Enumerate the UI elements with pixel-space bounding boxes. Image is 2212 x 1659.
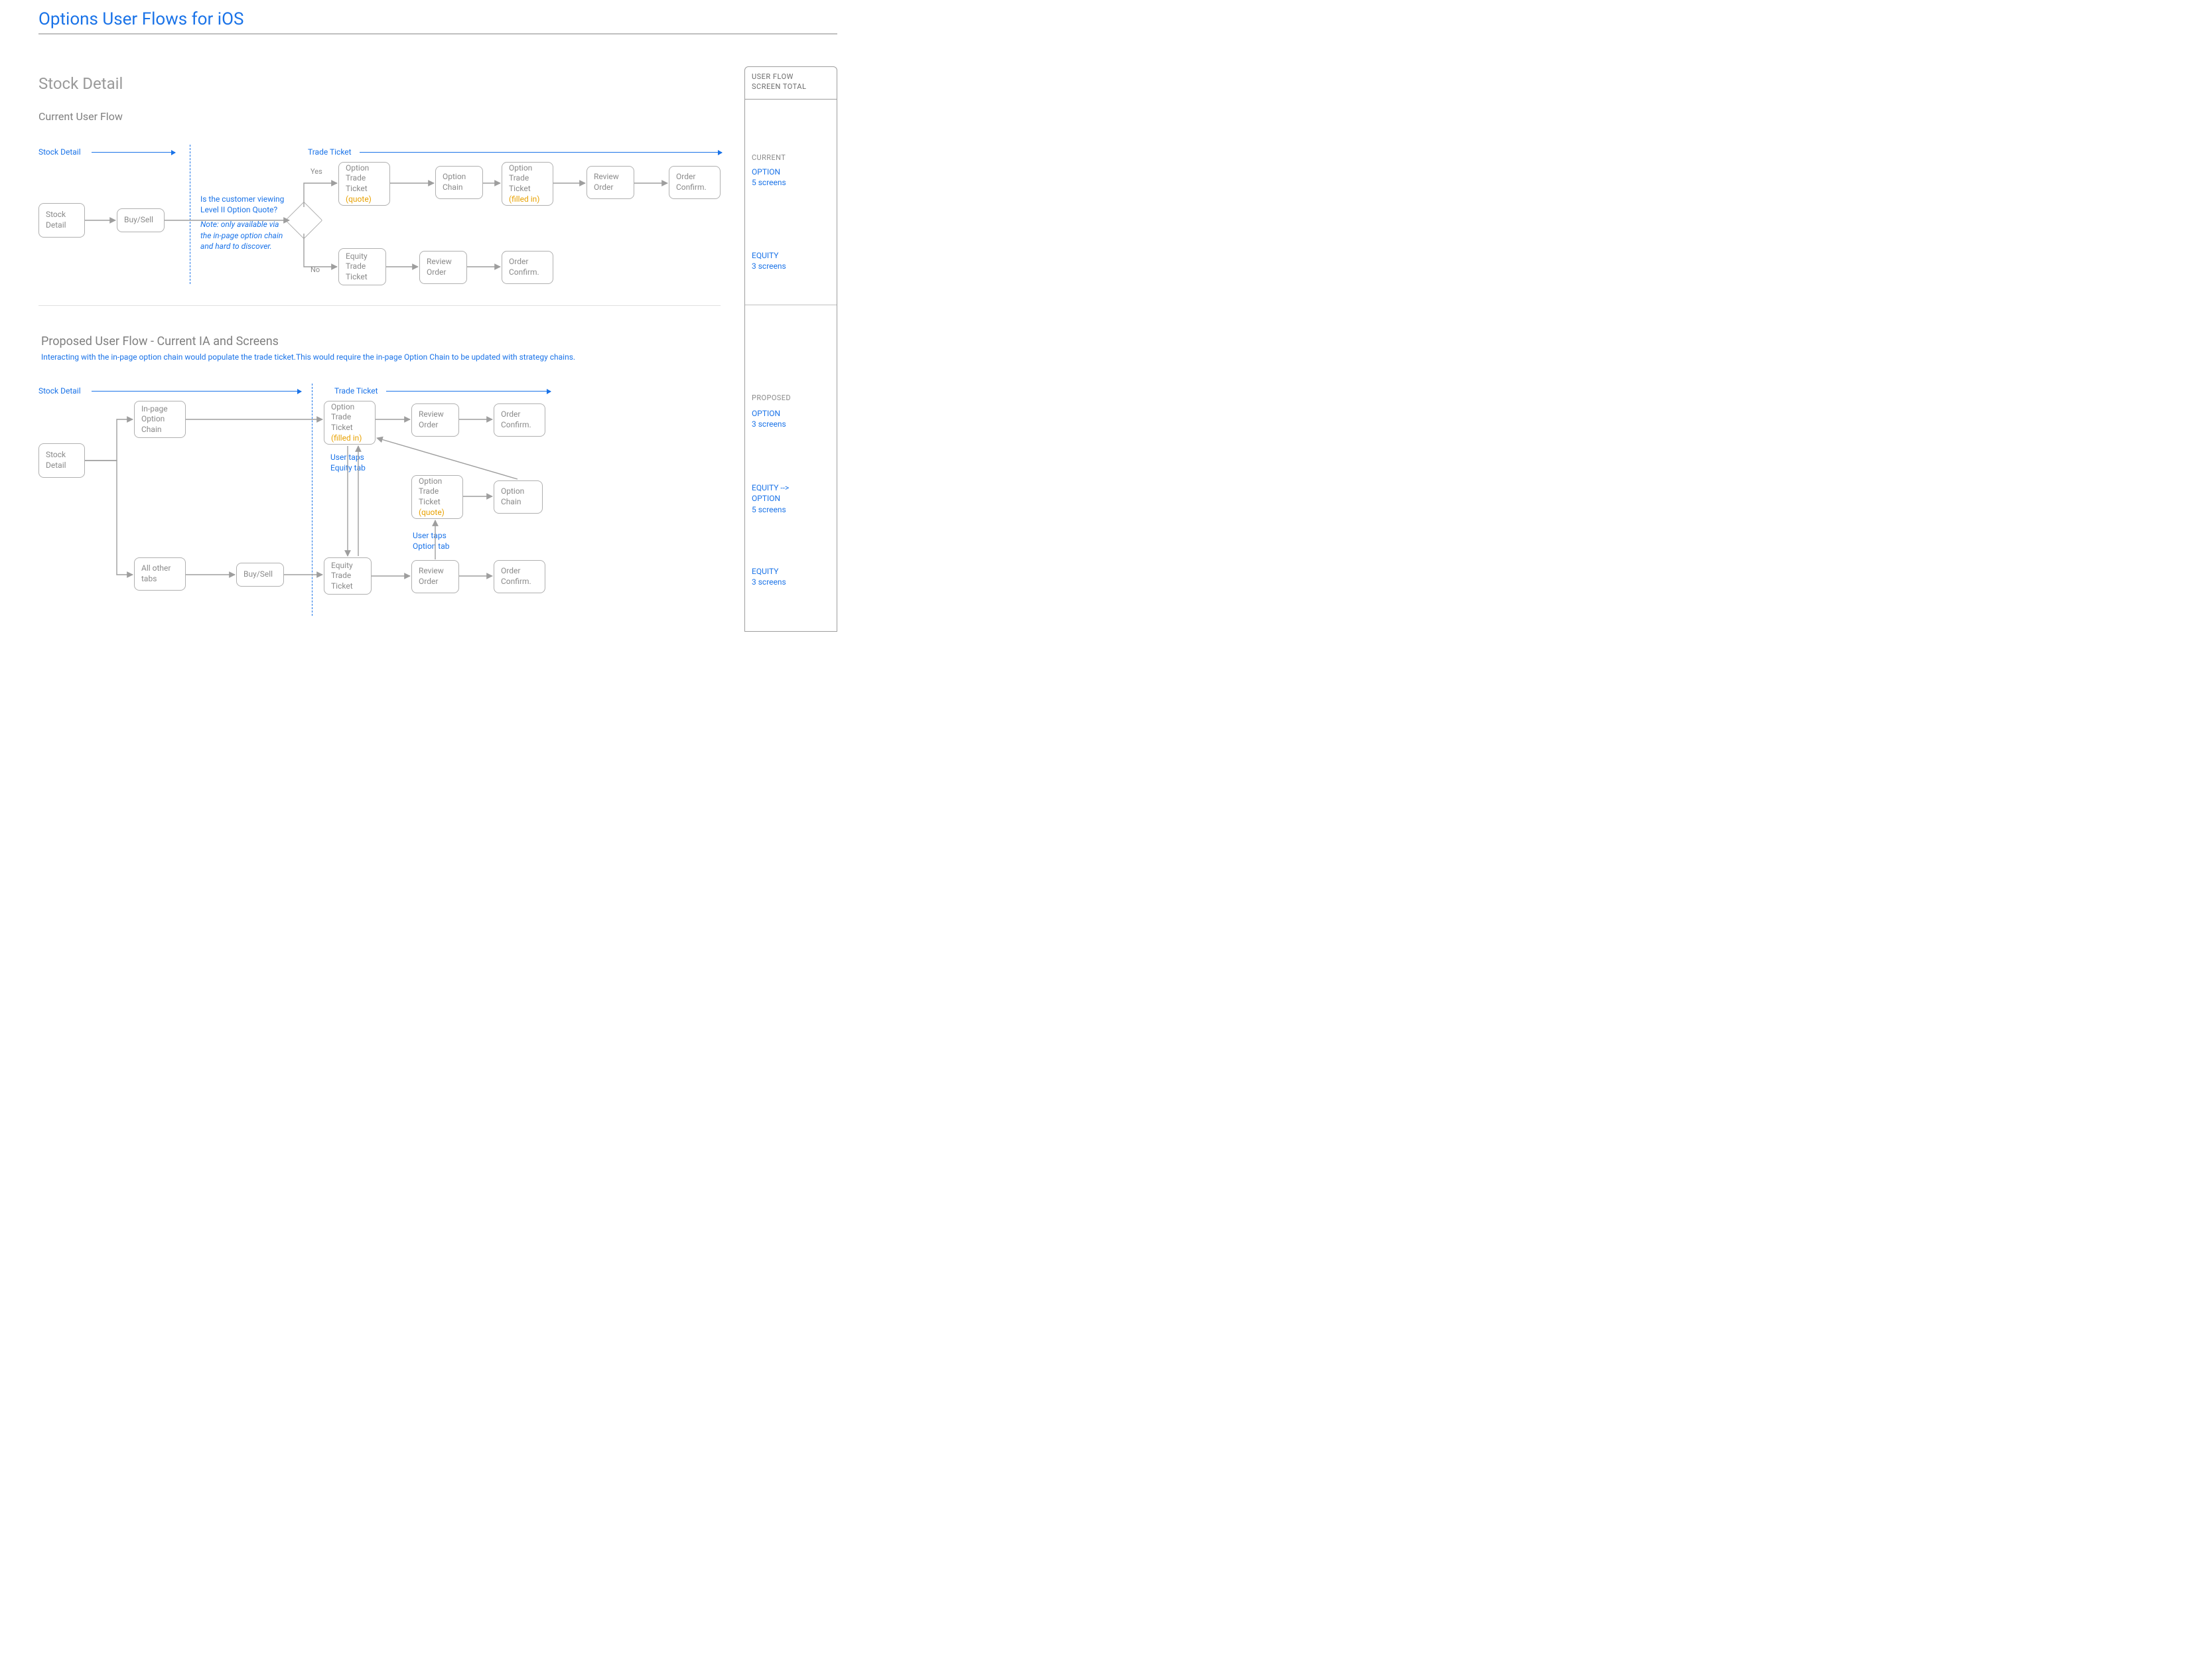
- value: 3 screens: [752, 261, 786, 271]
- sub: (quote): [346, 194, 383, 205]
- value: 3 screens: [752, 577, 786, 587]
- node2-option-chain: Option Chain: [494, 480, 543, 514]
- totals-current-label: CURRENT: [752, 153, 786, 162]
- decision-text: Is the customer viewing Level II Option …: [200, 194, 287, 252]
- node2-review-order-top: Review Order: [411, 403, 459, 437]
- branch-no: No: [311, 265, 320, 274]
- decision-note: Note: only available via the in-page opt…: [200, 219, 287, 252]
- section-divider: [38, 305, 721, 306]
- node2-stock-detail: Stock Detail: [38, 443, 85, 478]
- edge-label-option-tab: User taps Option tab: [413, 531, 449, 551]
- lane-stock-detail-label: Stock Detail: [38, 147, 81, 157]
- title-divider: [38, 33, 837, 35]
- node2-ett: Equity Trade Ticket: [324, 557, 372, 595]
- decision-question: Is the customer viewing Level II Option …: [200, 194, 284, 214]
- lane-trade-ticket-arrow-2: [386, 391, 551, 392]
- section1-subheading: Current User Flow: [38, 110, 123, 123]
- node2-order-confirm-bot: Order Confirm.: [494, 560, 545, 593]
- lane-trade-ticket-label: Trade Ticket: [308, 147, 352, 157]
- value: 3 screens: [752, 419, 786, 429]
- node-review-order-eq: Review Order: [419, 251, 467, 284]
- label: Option Trade Ticket: [419, 476, 456, 508]
- totals-header-l2: SCREEN TOTAL: [752, 82, 830, 92]
- edge-label-equity-tab: User taps Equity tab: [330, 453, 366, 473]
- node-ett: Equity Trade Ticket: [338, 248, 386, 285]
- totals-panel: USER FLOW SCREEN TOTAL CURRENT OPTION 5 …: [744, 66, 837, 632]
- value: 5 screens: [752, 177, 786, 188]
- section2-note: Interacting with the in-page option chai…: [41, 352, 575, 363]
- node-ott-quote: Option Trade Ticket (quote): [338, 162, 390, 206]
- node-ott-filled: Option Trade Ticket (filled in): [502, 162, 553, 206]
- sub: (filled in): [509, 194, 546, 205]
- label: Option Trade Ticket: [331, 402, 368, 433]
- totals-proposed-equity: EQUITY 3 screens: [752, 566, 786, 587]
- totals-current-option: OPTION 5 screens: [752, 167, 786, 188]
- totals-header: USER FLOW SCREEN TOTAL: [745, 67, 837, 100]
- lane-stock-detail-arrow: [92, 152, 175, 153]
- node2-order-confirm-top: Order Confirm.: [494, 403, 545, 437]
- totals-header-l1: USER FLOW: [752, 72, 830, 82]
- node2-buy-sell: Buy/Sell: [236, 563, 284, 587]
- totals-proposed-option: OPTION 3 screens: [752, 408, 786, 429]
- node2-ott-quote: Option Trade Ticket (quote): [411, 475, 463, 519]
- decision-diamond: [285, 202, 323, 240]
- totals-proposed-label: PROPOSED: [752, 394, 791, 402]
- branch-yes: Yes: [311, 167, 322, 176]
- totals-current-equity: EQUITY 3 screens: [752, 250, 786, 271]
- node2-review-order-bot: Review Order: [411, 560, 459, 593]
- node2-ott-filled: Option Trade Ticket (filled in): [324, 401, 376, 445]
- sub: (quote): [419, 508, 456, 518]
- lane-trade-ticket-arrow: [360, 152, 722, 153]
- node-order-confirm: Order Confirm.: [669, 166, 721, 199]
- lane-stock-detail-label-2: Stock Detail: [38, 386, 81, 396]
- node-buy-sell: Buy/Sell: [117, 208, 165, 232]
- label: Option Trade Ticket: [346, 163, 383, 194]
- page-title: Options User Flows for iOS: [38, 9, 243, 29]
- sub: (filled in): [331, 433, 368, 444]
- section1-heading: Stock Detail: [38, 74, 123, 93]
- lane-trade-ticket-label-2: Trade Ticket: [334, 386, 378, 396]
- label: EQUITY: [752, 251, 778, 260]
- label: EQUITY --> OPTION: [752, 483, 789, 503]
- label: Option Trade Ticket: [509, 163, 546, 194]
- value: 5 screens: [752, 504, 789, 515]
- node-order-confirm-eq: Order Confirm.: [502, 251, 553, 284]
- label: EQUITY: [752, 567, 778, 576]
- totals-proposed-eq-opt: EQUITY --> OPTION 5 screens: [752, 472, 789, 526]
- section2-heading: Proposed User Flow - Current IA and Scre…: [41, 334, 279, 348]
- node-stock-detail: Stock Detail: [38, 203, 85, 238]
- node2-all-other-tabs: All other tabs: [134, 557, 186, 591]
- node2-inpage-chain: In-page Option Chain: [134, 401, 186, 438]
- label: OPTION: [752, 409, 780, 418]
- node-review-order: Review Order: [587, 166, 634, 199]
- node-option-chain: Option Chain: [435, 166, 483, 199]
- label: OPTION: [752, 167, 780, 177]
- lane-stock-detail-arrow-2: [92, 391, 301, 392]
